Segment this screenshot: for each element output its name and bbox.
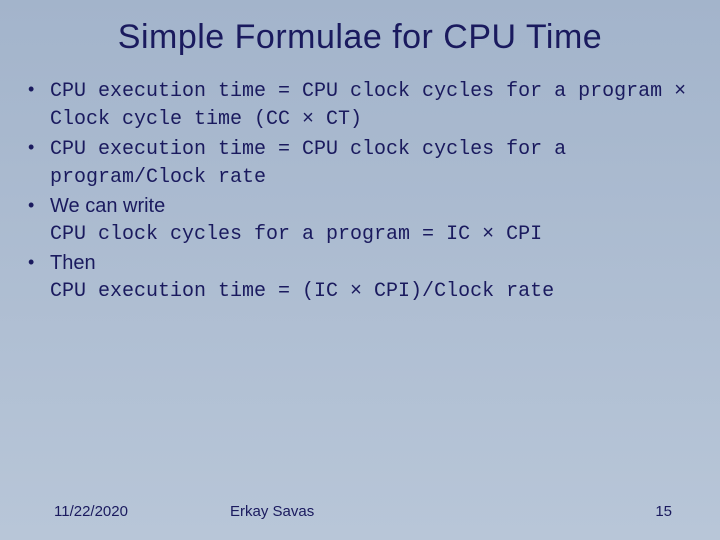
bullet-text: CPU execution time = CPU clock cycles fo… <box>50 135 692 191</box>
footer-author: Erkay Savas <box>230 503 314 520</box>
slide-footer: 11/22/2020 Erkay Savas 15 <box>0 503 720 520</box>
slide-title: Simple Formulae for CPU Time <box>0 0 720 67</box>
bullet-intro: We can write <box>50 195 165 217</box>
bullet-item: • We can write CPU clock cycles for a pr… <box>28 193 692 248</box>
bullet-body: CPU execution time = CPU clock cycles fo… <box>50 138 566 189</box>
bullet-text: Then CPU execution time = (IC × CPI)/Clo… <box>50 250 692 305</box>
bullet-intro: Then <box>50 252 96 274</box>
bullet-item: • CPU execution time = CPU clock cycles … <box>28 135 692 191</box>
bullet-body: CPU clock cycles for a program = IC × CP… <box>50 223 542 246</box>
bullet-dot-icon: • <box>28 250 50 305</box>
footer-date: 11/22/2020 <box>54 503 128 520</box>
bullet-dot-icon: • <box>28 77 50 133</box>
bullet-text: We can write CPU clock cycles for a prog… <box>50 193 692 248</box>
bullet-body: CPU execution time = CPU clock cycles fo… <box>50 80 686 131</box>
footer-page-number: 15 <box>655 503 672 520</box>
slide-content: • CPU execution time = CPU clock cycles … <box>0 67 720 305</box>
bullet-text: CPU execution time = CPU clock cycles fo… <box>50 77 692 133</box>
bullet-dot-icon: • <box>28 193 50 248</box>
slide: Simple Formulae for CPU Time • CPU execu… <box>0 0 720 540</box>
bullet-item: • CPU execution time = CPU clock cycles … <box>28 77 692 133</box>
bullet-body: CPU execution time = (IC × CPI)/Clock ra… <box>50 280 554 303</box>
bullet-item: • Then CPU execution time = (IC × CPI)/C… <box>28 250 692 305</box>
bullet-dot-icon: • <box>28 135 50 191</box>
